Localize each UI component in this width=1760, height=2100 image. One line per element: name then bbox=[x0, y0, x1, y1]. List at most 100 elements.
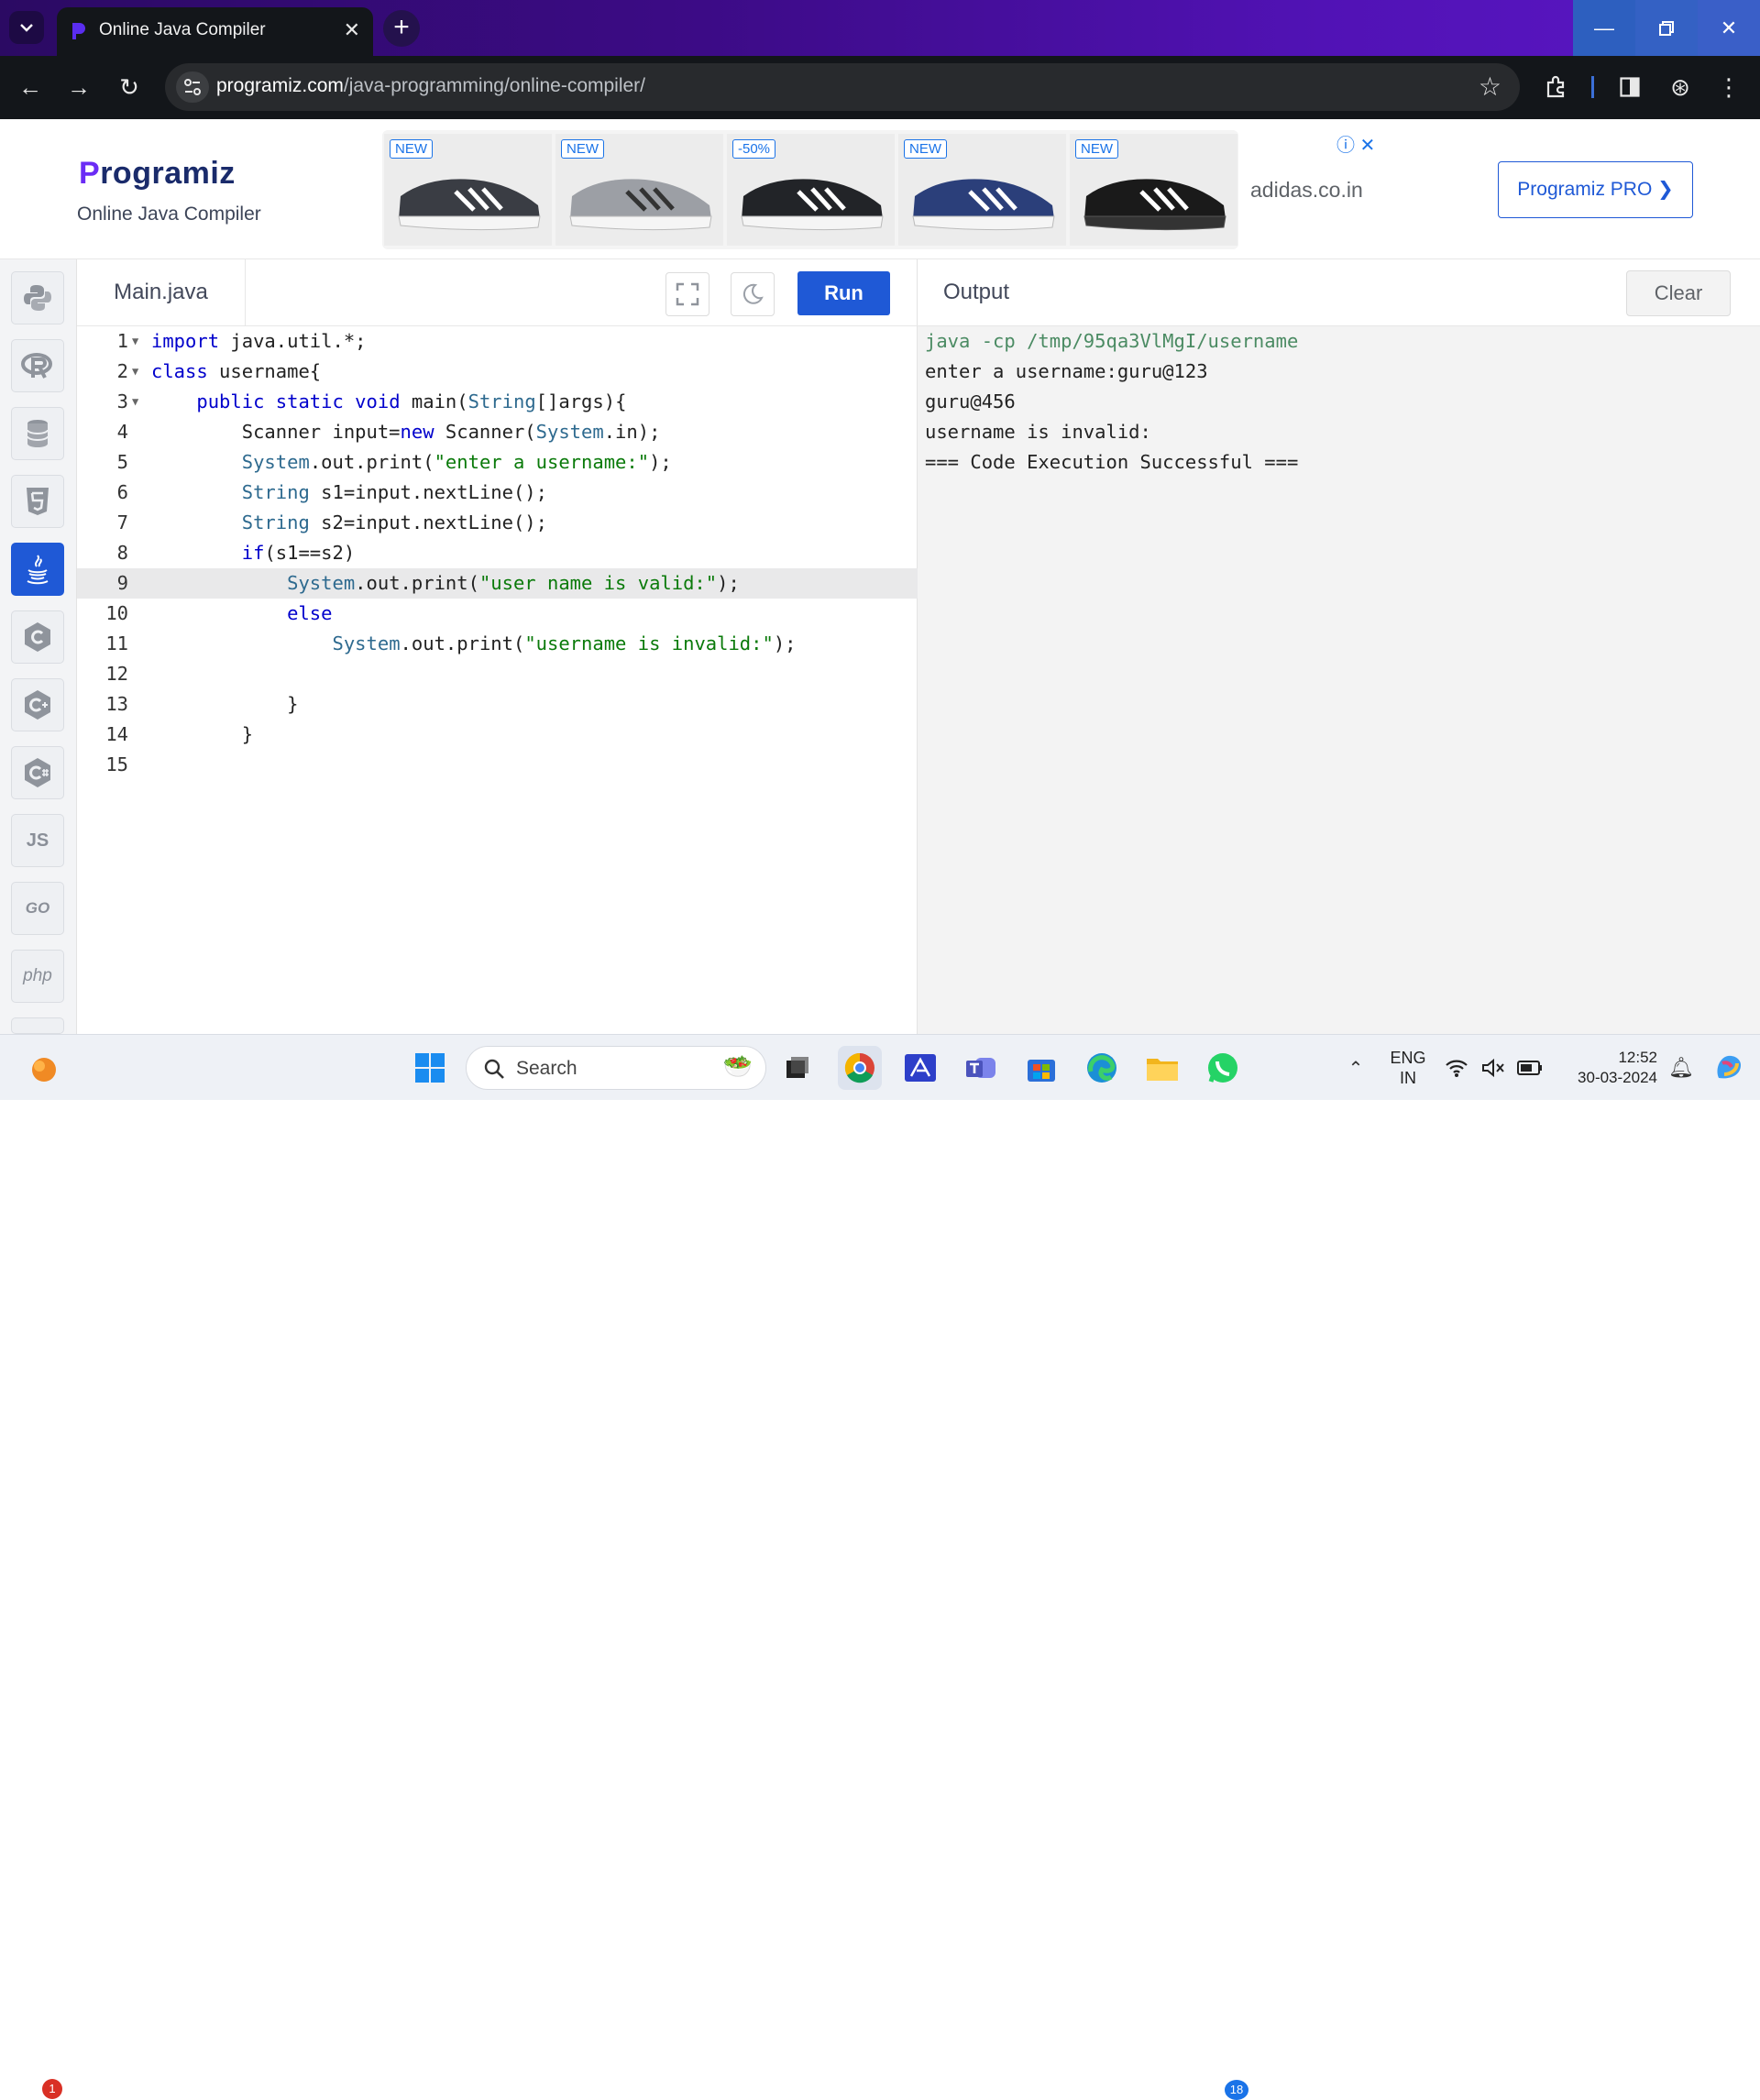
fold-arrow-icon: ▼ bbox=[132, 395, 139, 408]
code-area[interactable]: 1 ▼ import java.util.*; 2 ▼ class username{ … bbox=[77, 326, 918, 780]
shoe-image-icon bbox=[398, 179, 541, 231]
windows-start-icon[interactable] bbox=[408, 1046, 452, 1090]
whatsapp-badge: 18 bbox=[1225, 2080, 1248, 2100]
more-languages-icon[interactable] bbox=[11, 1017, 64, 1034]
go-language-icon[interactable]: GO bbox=[11, 882, 64, 935]
battery-icon[interactable] bbox=[1512, 1046, 1548, 1090]
new-tab-button[interactable]: + bbox=[383, 10, 420, 47]
copilot-icon[interactable] bbox=[1707, 1046, 1751, 1090]
ad-choices-icon[interactable]: ⓘ ✕ bbox=[1336, 130, 1375, 157]
code-line: 2 ▼ class username{ bbox=[77, 357, 918, 387]
programiz-favicon-icon bbox=[72, 23, 85, 39]
input-language-indicator[interactable]: ENG IN bbox=[1382, 1048, 1434, 1088]
taskbar-search[interactable]: Search 🥗 bbox=[466, 1046, 766, 1090]
code-line: 12 bbox=[105, 663, 128, 685]
file-tab-main-java[interactable]: Main.java bbox=[77, 259, 246, 326]
wifi-icon[interactable] bbox=[1438, 1046, 1475, 1090]
sql-database-icon[interactable] bbox=[11, 407, 64, 460]
extensions-icon[interactable] bbox=[1540, 71, 1573, 107]
close-window-button[interactable]: ✕ bbox=[1698, 0, 1760, 56]
output-line: java -cp /tmp/95qa3VlMgI/username bbox=[925, 330, 1299, 352]
code-line: 7 String s2=input.nextLine(); bbox=[116, 511, 547, 533]
tab-search-button[interactable] bbox=[9, 11, 44, 44]
teams-icon[interactable] bbox=[959, 1046, 1003, 1090]
restore-window-button[interactable] bbox=[1635, 0, 1698, 56]
html5-icon[interactable] bbox=[11, 475, 64, 528]
profile-icon[interactable]: ⊛ bbox=[1664, 71, 1697, 104]
browser-toolbar: ← → ↻ programiz.com/java-programming/onl… bbox=[0, 56, 1760, 119]
chrome-app-icon[interactable] bbox=[838, 1046, 882, 1090]
fullscreen-icon[interactable] bbox=[666, 272, 710, 316]
clock[interactable]: 12:52 30-03-2024 bbox=[1547, 1048, 1657, 1088]
back-icon[interactable]: ← bbox=[14, 71, 47, 104]
fold-arrow-icon: ▼ bbox=[132, 365, 139, 378]
php-language-icon[interactable]: php bbox=[11, 950, 64, 1003]
ad-product-card[interactable]: NEW bbox=[556, 134, 723, 246]
python-icon[interactable] bbox=[11, 271, 64, 324]
file-explorer-icon[interactable] bbox=[1140, 1046, 1184, 1090]
ad-domain-text[interactable]: adidas.co.in bbox=[1250, 178, 1363, 203]
code-line: 15 bbox=[105, 753, 128, 775]
widgets-icon[interactable] bbox=[22, 1046, 66, 1090]
go-label: GO bbox=[25, 899, 50, 917]
java-icon[interactable] bbox=[11, 543, 64, 596]
page-title: Online Java Compiler bbox=[77, 203, 261, 225]
ad-badge: NEW bbox=[390, 139, 433, 159]
search-placeholder: Search bbox=[516, 1058, 578, 1079]
shoe-image-icon bbox=[741, 179, 884, 231]
programiz-pro-button[interactable]: Programiz PRO ❯ bbox=[1498, 161, 1693, 218]
site-info-icon[interactable] bbox=[176, 71, 209, 103]
url-host: programiz.com bbox=[216, 75, 344, 96]
menu-kebab-icon[interactable]: ⋮ bbox=[1712, 71, 1745, 104]
cpp-language-icon[interactable] bbox=[11, 678, 64, 731]
output-console[interactable]: java -cp /tmp/95qa3VlMgI/username enter … bbox=[925, 326, 1298, 478]
reload-icon[interactable]: ↻ bbox=[113, 71, 146, 104]
microsoft-store-icon[interactable] bbox=[1019, 1046, 1063, 1090]
task-view-icon[interactable] bbox=[776, 1046, 820, 1090]
minimize-window-button[interactable]: — bbox=[1573, 0, 1635, 56]
code-line: 3 ▼ public static void main(String[]args)… bbox=[77, 387, 918, 417]
code-line: 8 if(s1==s2) bbox=[116, 542, 356, 564]
browser-tab-active[interactable]: Online Java Compiler ✕ bbox=[57, 7, 373, 56]
forward-icon[interactable]: → bbox=[62, 71, 95, 104]
bookmark-star-icon[interactable]: ☆ bbox=[1479, 71, 1502, 102]
code-line: 10 else bbox=[105, 602, 333, 624]
js-label: JS bbox=[26, 830, 50, 851]
ad-product-card[interactable]: -50% bbox=[727, 134, 895, 246]
restore-icon bbox=[1659, 20, 1674, 36]
code-line: 14 } bbox=[105, 723, 254, 745]
site-header: Programiz Online Java Compiler NEW NEW -… bbox=[0, 119, 1760, 259]
shoe-image-icon bbox=[1084, 179, 1226, 231]
ad-product-card[interactable]: NEW bbox=[1070, 134, 1238, 246]
run-button[interactable]: Run bbox=[798, 271, 890, 315]
programiz-logo[interactable]: Programiz bbox=[79, 156, 236, 192]
code-line-active: 9 System.out.print("user name is valid:"… bbox=[77, 568, 918, 599]
ad-badge: -50% bbox=[732, 139, 776, 159]
ai-app-icon[interactable] bbox=[898, 1046, 942, 1090]
c-language-icon[interactable] bbox=[11, 610, 64, 664]
edge-icon[interactable] bbox=[1080, 1046, 1124, 1090]
clear-button[interactable]: Clear bbox=[1626, 270, 1731, 316]
javascript-icon[interactable]: JS bbox=[11, 814, 64, 867]
r-language-icon[interactable] bbox=[11, 339, 64, 392]
ad-product-card[interactable]: NEW bbox=[384, 134, 552, 246]
dark-mode-moon-icon[interactable] bbox=[731, 272, 775, 316]
volume-muted-icon[interactable] bbox=[1475, 1046, 1512, 1090]
whatsapp-icon[interactable] bbox=[1201, 1046, 1245, 1090]
output-title: Output bbox=[943, 280, 1010, 304]
csharp-language-icon[interactable] bbox=[11, 746, 64, 799]
code-line: 5 System.out.print("enter a username:"); bbox=[116, 451, 672, 473]
advertisement-banner[interactable]: NEW NEW -50% NEW NEW bbox=[382, 130, 1238, 249]
side-panel-icon[interactable] bbox=[1613, 71, 1646, 105]
code-line: 1 ▼ import java.util.*; bbox=[77, 326, 918, 357]
output-line: enter a username:guru@123 bbox=[925, 360, 1208, 382]
ad-badge: NEW bbox=[904, 139, 947, 159]
notification-bell-icon[interactable]: 🔔︎ bbox=[1663, 1046, 1700, 1090]
code-line: 4 Scanner input=new Scanner(System.in); bbox=[116, 421, 661, 443]
ad-product-card[interactable]: NEW bbox=[898, 134, 1066, 246]
language-sidebar: JS GO php bbox=[0, 259, 77, 1034]
code-line: 13 } bbox=[105, 693, 299, 715]
close-tab-icon[interactable]: ✕ bbox=[344, 18, 360, 42]
address-bar[interactable]: programiz.com/java-programming/online-co… bbox=[165, 63, 1520, 111]
show-hidden-icons-chevron-icon[interactable]: ⌃ bbox=[1334, 1046, 1378, 1090]
